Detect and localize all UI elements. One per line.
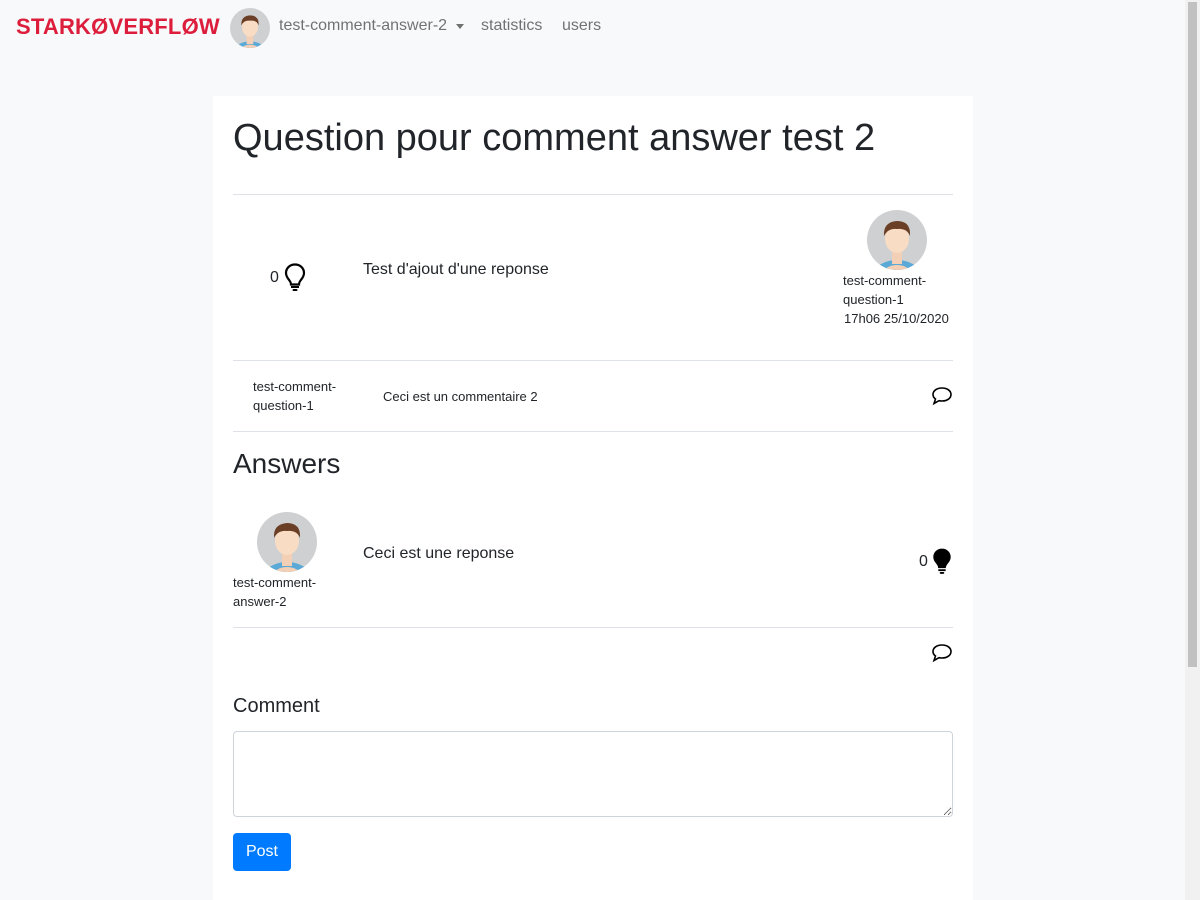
answers-heading: Answers [233,448,341,479]
divider [233,431,953,432]
comment-text: Ceci est un commentaire 2 [383,389,538,404]
answer-author-name-line1[interactable]: test-comment- [233,573,316,592]
lightbulb-outline-icon[interactable] [283,262,307,292]
speech-bubble-icon[interactable] [931,386,953,406]
answer-body: Ceci est une reponse [363,545,515,562]
speech-bubble-icon[interactable] [931,643,953,663]
question-author-avatar[interactable] [867,210,927,270]
user-menu-dropdown[interactable]: test-comment-answer-2 [279,17,465,35]
user-menu-label: test-comment-answer-2 [279,17,448,34]
caret-down-icon [456,23,465,29]
question-title: Question pour comment answer test 2 [233,117,876,159]
question-body: Test d'ajout d'une reponse [363,261,549,278]
comment-label: Comment [233,695,320,717]
top-navbar: STARKØVERFLØW test-comment-answer-2 stat… [0,0,1185,56]
answer-author-avatar[interactable] [257,512,317,572]
question-card: Question pour comment answer test 2 0 Te… [213,96,973,900]
comment-textarea[interactable] [233,731,953,817]
divider [233,360,953,361]
lightbulb-filled-icon[interactable] [931,546,953,576]
question-author-name-line1[interactable]: test-comment- [843,271,926,290]
post-button[interactable]: Post [233,833,291,871]
brand-logo[interactable]: STARKØVERFLØW [16,14,220,40]
comment-author-line2[interactable]: question-1 [253,396,314,415]
nav-link-statistics[interactable]: statistics [481,17,542,35]
comment-author-line1[interactable]: test-comment- [253,377,336,396]
vertical-scrollbar[interactable] [1185,0,1200,900]
answer-score: 0 [919,553,928,570]
answer-author-name-line2[interactable]: answer-2 [233,592,286,611]
divider [233,627,953,628]
nav-link-users[interactable]: users [562,17,601,35]
question-author-name-line2[interactable]: question-1 [843,290,904,309]
question-date: 17h06 25/10/2020 [844,311,949,326]
user-avatar[interactable] [230,8,270,48]
scrollbar-thumb[interactable] [1188,2,1197,667]
divider [233,194,953,195]
question-score: 0 [270,269,279,286]
